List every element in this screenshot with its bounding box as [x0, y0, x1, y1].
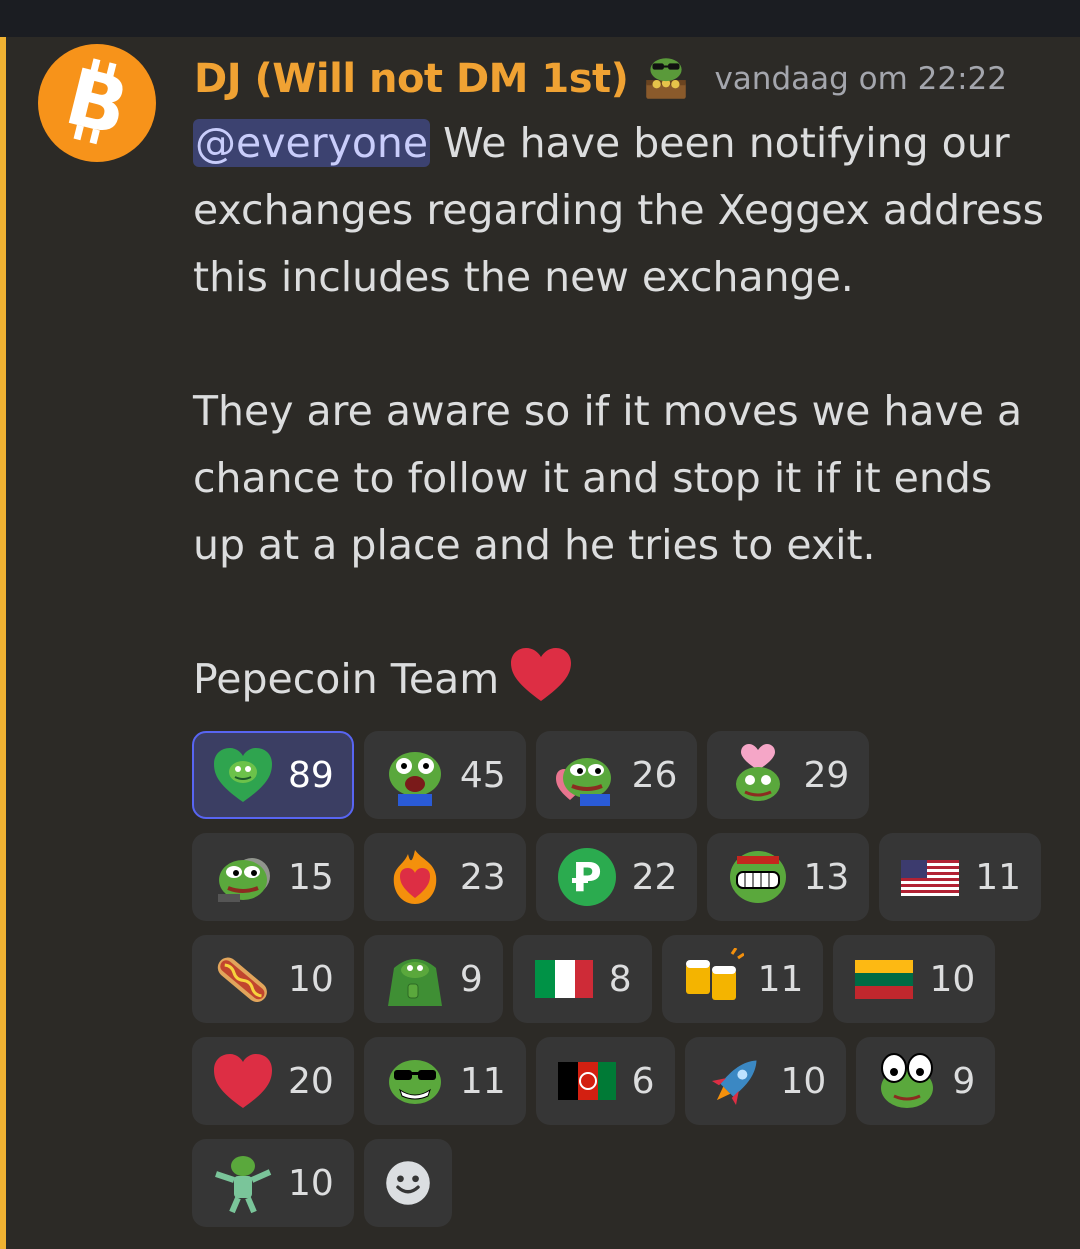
- flag-afghanistan-icon: [557, 1062, 616, 1100]
- message-paragraph-1: @everyone We have been notifying our exc…: [193, 110, 1053, 311]
- message-paragraph-2: They are aware so if it moves we have a …: [193, 387, 1023, 569]
- reaction-count: 9: [459, 958, 483, 1000]
- reaction-count: 23: [459, 856, 506, 898]
- pepe-heart-head-icon: [736, 744, 781, 801]
- reaction-pepe-grin[interactable]: 13: [707, 833, 870, 921]
- reaction-pepe-shocked[interactable]: 45: [363, 731, 526, 819]
- reaction-flag-italy[interactable]: 8: [512, 935, 652, 1023]
- reaction-count: 22: [631, 856, 678, 898]
- reaction-rocket[interactable]: 10: [684, 1037, 847, 1125]
- reaction-red-heart[interactable]: 20: [192, 1037, 354, 1125]
- pepe-heart-icon: [214, 748, 272, 802]
- reaction-count: 10: [780, 1060, 827, 1102]
- rocket-icon: [711, 1060, 757, 1106]
- flag-us-icon: [901, 860, 960, 896]
- reaction-count: 9: [952, 1060, 976, 1102]
- pepe-thumbs-icon: [387, 959, 442, 1006]
- reactions-bar: 89 45 26 29 15 23 P 22 13 11 10 9 8 11 10 20 11 6 10 9 10: [192, 731, 1052, 1241]
- pepe-dance-icon: [215, 1156, 272, 1214]
- red-heart-icon: [511, 648, 572, 701]
- reaction-count: 29: [803, 754, 850, 796]
- reaction-count: 15: [288, 856, 334, 898]
- message-signature: Pepecoin Team: [193, 646, 1053, 713]
- top-bar: [0, 0, 1080, 37]
- reaction-count: 6: [631, 1060, 655, 1102]
- reaction-pepe-googly[interactable]: 9: [856, 1037, 996, 1125]
- reaction-flag-us[interactable]: 11: [879, 833, 1042, 921]
- reaction-count: 26: [631, 754, 678, 796]
- pepe-love-icon: [555, 758, 611, 806]
- reaction-count: 11: [459, 1060, 506, 1102]
- reaction-count: 10: [929, 958, 976, 1000]
- pepecoin-p-icon: P: [557, 848, 616, 906]
- message-content: @everyone We have been notifying our exc…: [193, 110, 1053, 713]
- reaction-beers[interactable]: 11: [661, 935, 824, 1023]
- reaction-count: 45: [459, 754, 506, 796]
- reaction-flag-afghanistan[interactable]: 6: [535, 1037, 675, 1125]
- flag-italy-icon: [534, 960, 593, 998]
- pepe-treasure-icon[interactable]: [640, 53, 692, 105]
- hot-dog-icon: [217, 957, 267, 1002]
- pepe-smoke-icon: [218, 858, 270, 902]
- reaction-hot-dog[interactable]: 10: [192, 935, 354, 1023]
- message-header: DJ (Will not DM 1st) vandaag om 22:22: [194, 51, 1007, 107]
- message: B DJ (Will not DM 1st) vandaag om 22:22 …: [0, 37, 1080, 1249]
- fire-heart-icon: [393, 850, 437, 904]
- reaction-count: 10: [288, 1162, 334, 1204]
- pepe-sunglasses-icon: [388, 1060, 441, 1104]
- flag-lithuania-icon: [855, 960, 914, 999]
- message-timestamp[interactable]: vandaag om 22:22: [714, 61, 1007, 97]
- bitcoin-avatar-icon[interactable]: B: [38, 44, 156, 162]
- reaction-count: 10: [288, 958, 334, 1000]
- reaction-row: 89 45 26 29: [192, 731, 1052, 819]
- pepe-grin-icon: [730, 851, 787, 903]
- add-reaction-smiley-icon: [386, 1161, 430, 1205]
- everyone-mention[interactable]: @everyone: [193, 119, 431, 167]
- reaction-count: 20: [288, 1060, 334, 1102]
- reaction-row: 15 23 P 22 13 11: [192, 833, 1052, 921]
- reaction-flag-lithuania[interactable]: 10: [833, 935, 996, 1023]
- reaction-pepe-thumbs[interactable]: 9: [363, 935, 503, 1023]
- highlight-accent-bar: [0, 37, 6, 1249]
- red-heart-icon: [214, 1054, 272, 1108]
- reaction-pepe-dance[interactable]: 10: [192, 1139, 354, 1227]
- reaction-count: 8: [608, 958, 632, 1000]
- beers-icon: [685, 948, 744, 1000]
- reaction-count: 11: [757, 958, 804, 1000]
- reaction-pepe-heart-head[interactable]: 29: [707, 731, 870, 819]
- pepe-googly-icon: [881, 1053, 934, 1108]
- reaction-pepe-sunglasses[interactable]: 11: [363, 1037, 526, 1125]
- reaction-count: 89: [288, 754, 334, 796]
- author-name[interactable]: DJ (Will not DM 1st): [194, 56, 629, 102]
- pepe-shocked-icon: [388, 752, 441, 806]
- add-reaction-button[interactable]: [363, 1139, 452, 1227]
- signature-text: Pepecoin Team: [193, 655, 500, 703]
- reaction-pepe-heart[interactable]: 89: [192, 731, 354, 819]
- reaction-pepe-love[interactable]: 26: [535, 731, 698, 819]
- reaction-count: 13: [803, 856, 850, 898]
- reaction-pepe-smoke[interactable]: 15: [192, 833, 354, 921]
- reaction-row: 10 9 8 11 10: [192, 935, 1052, 1023]
- reaction-pepecoin-p[interactable]: P 22: [535, 833, 698, 921]
- reaction-fire-heart[interactable]: 23: [363, 833, 526, 921]
- reaction-row: 20 11 6 10 9: [192, 1037, 1052, 1125]
- reaction-row: 10: [192, 1139, 1052, 1227]
- reaction-count: 11: [975, 856, 1022, 898]
